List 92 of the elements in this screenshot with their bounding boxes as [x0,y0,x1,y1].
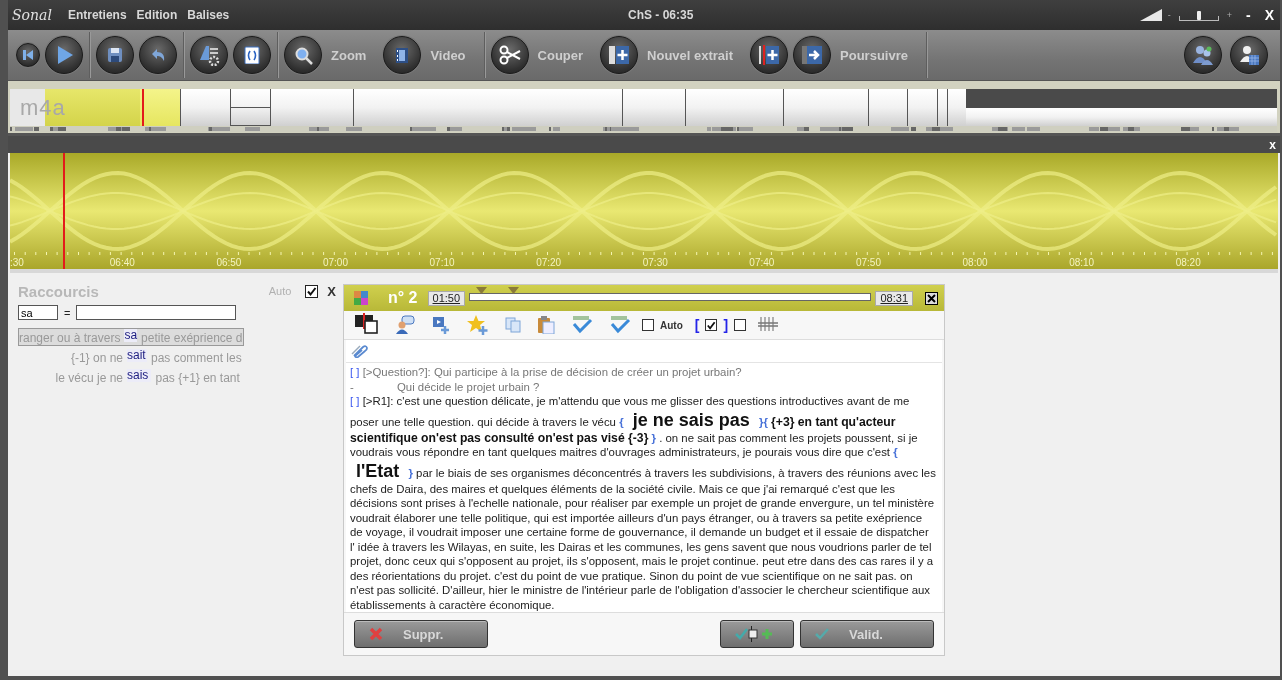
checkbox[interactable] [305,284,319,298]
paperclip-icon [351,344,369,358]
extract-number: n° 2 [388,289,418,307]
volume-minus-label: - [1167,10,1171,20]
toolbar-label: Poursuivre [840,47,908,63]
bracket-label: [ [694,317,700,333]
toolbar-label: Nouvel extrait [647,47,734,63]
menu-item[interactable]: Balises [187,8,230,22]
text-gear-icon [198,44,220,66]
skip-back-button[interactable] [16,43,40,67]
split-validate-button[interactable] [720,620,794,648]
result-row[interactable]: {-1} on ne sait pas comment les [18,348,244,366]
time-label: 07:00 [321,257,349,268]
app-logo: Sonal [12,7,52,23]
extract-slider[interactable] [469,287,872,302]
skip-back-icon [21,48,35,62]
volume-plus-label: + [1226,10,1232,20]
transcript-paragraph: [ ] [>R1]: c'est une question délicate, je m'attendu que vous me glisser des questions introductives avant de me poser une telle question. qui décide à travers le vécu { je ne sais pas }{ {+3} en tant qu'acteur scientifique on'est pas consulté on'est pas visé {-3} } . on ne sait pas comment les projets poussent, si je voudrais vous répondre en tant quelques maitres d'ouvrages administrateurs, je pourais vous dire que c'est { l'Etat } par le biais de ses organismes déconcentrés à travers les subdivisions, à travers des réunions avec les chefs de Daira, des maires et quelques éléments de la société civile. Mais ce que j'ai remarqué c'est que les décisions sont prises à l'echelle nationale, pour réaliser par exemple un projet de grande envergure, un tel ministère voudrait élaborer une telle politique, qui est importée ailleurs d'un pays étranger, ou à travers sa petite exéprience de voyage, il voudrait imposer une certaine forme de gouvernance, il demande un budget et il essaie de dispatcher l' idée à travers les Wilayas, en suite, les Dairas et les communes, les gens savent que nous voudrions parler de tel projet, donc ceux qui s'opposent au projet, ils s'opposent, mais le projet continue. peut etre dans des cas rares il y a des réorientations du projet. c'est du point de vue pratique. Sinon du point de vue scientifique on ne sait pas. on n'est pas sollicité. D'ailleur, hier le ministre de l'intérieur parle de l'obligation d'associer le chercheur scientifique aux établissements à caractère économique. [350,394,936,612]
user-grid-icon [1238,44,1260,66]
undo-button[interactable] [139,36,177,74]
close-button[interactable]: X [327,283,336,299]
waveform-box-icon [355,313,379,337]
copy-icon [505,317,521,333]
checkbox-label: Auto [660,319,683,331]
transcript-paragraph: [ ] [>Question?]: Qui participe à la prise de décision de créer un projet urbain? [350,365,743,380]
time-label: :30 [10,257,25,268]
save-button[interactable] [96,36,134,74]
close-button[interactable] [925,291,938,305]
arrow-box-icon [801,44,824,66]
toolbar-label: Couper [537,47,584,63]
paste-icon [537,316,555,334]
time-label: 07:30 [641,257,669,268]
volume-icon [1139,9,1162,21]
video-plus-icon [431,315,451,335]
document-button[interactable] [233,36,271,74]
time-label: 07:50 [854,257,882,268]
panel-title: Raccourcis [18,282,99,300]
split-extract-button[interactable] [750,36,789,74]
time-label: 07:10 [428,257,456,268]
cross-icon [369,627,383,641]
close-icon [927,293,936,303]
new-extract-button[interactable] [600,36,639,74]
result-row[interactable]: ranger ou à travers sa petite exéprience d [18,328,244,346]
replacement-field[interactable] [76,305,237,320]
auto-label: Auto [268,285,292,297]
continue-button[interactable] [793,36,832,74]
check-icon [815,628,829,640]
play-button[interactable] [45,36,83,74]
checkbox[interactable] [705,319,718,331]
window-title: ChS - 06:35 [628,8,694,22]
person-speech-icon [395,315,415,335]
close-button[interactable]: x [1269,137,1276,152]
start-time-button[interactable]: 01:50 [427,290,466,306]
plus-box-icon [608,44,631,66]
users-button[interactable] [1184,36,1222,74]
time-label: 06:40 [108,257,136,268]
document-icon [243,46,261,64]
color-grid-icon [354,291,368,305]
minimize-button[interactable]: - [1246,7,1251,23]
end-time-button[interactable]: 08:31 [875,290,913,306]
toolbar-label: Video [430,47,466,63]
search-field[interactable]: sa [18,305,58,320]
checkbox[interactable] [642,319,654,331]
menu-item[interactable]: Entretiens [67,8,127,22]
video-button[interactable] [383,36,422,74]
time-label: 07:20 [535,257,563,268]
people-icon [1191,43,1215,67]
bracket-label: ] [723,317,729,333]
text-settings-button[interactable] [190,36,228,74]
time-label: 08:10 [1068,257,1096,268]
spellcheck-icon [571,314,593,336]
user-button[interactable] [1230,36,1268,74]
zoom-button[interactable] [284,36,322,74]
transcript-paragraph: - Qui décide le projet urbain ? [350,379,541,394]
checkbox[interactable] [734,319,747,331]
cut-button[interactable] [490,36,529,74]
split-plus-icon [757,43,782,67]
toolbar-label: Zoom [331,47,367,63]
equals-sign: = [64,306,71,319]
time-label: 08:20 [1174,257,1202,268]
time-label: 07:40 [748,257,776,268]
menu-item[interactable]: Edition [136,8,178,22]
slider-thumb[interactable] [1196,10,1201,20]
close-button[interactable]: X [1264,7,1274,23]
star-plus-icon [467,314,489,336]
film-icon [394,47,411,63]
result-row[interactable]: le vécu je ne sais pas {+1} en tant [18,368,244,386]
spellcheck-icon [609,314,631,336]
magnifier-icon [293,45,313,65]
time-label: 06:50 [215,257,243,268]
time-label: 08:00 [961,257,989,268]
scissors-icon [498,44,521,66]
